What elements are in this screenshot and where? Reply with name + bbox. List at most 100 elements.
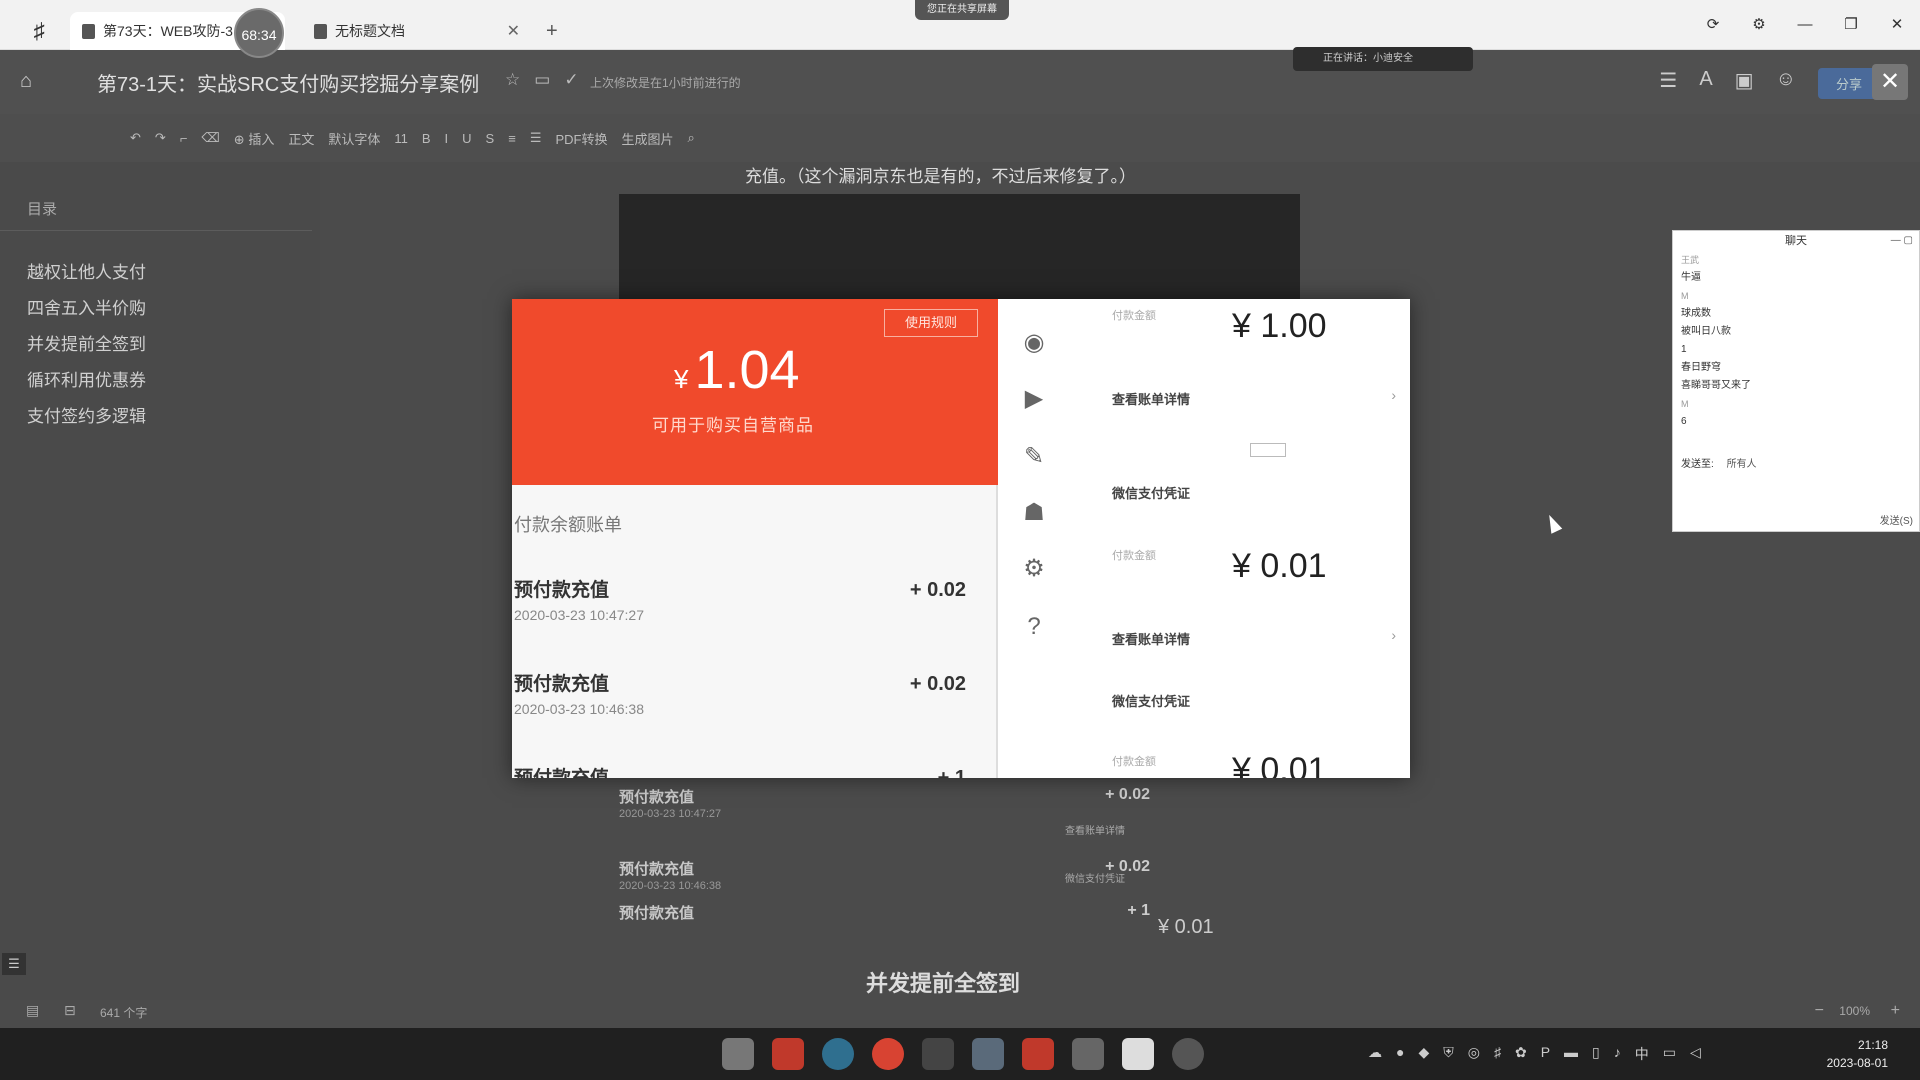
bill-amount: + 0.02 — [909, 579, 966, 601]
present-icon[interactable]: ▣ — [1735, 68, 1754, 99]
status-bar: ▤ ⊟ 641 个字 − 100% + — [0, 1000, 1920, 1026]
close-tab-icon[interactable]: ✕ — [507, 21, 520, 41]
network-icon[interactable]: ▭ — [1663, 1044, 1676, 1064]
folder-icon[interactable]: ▭ — [534, 70, 550, 90]
toc-item[interactable]: 越权让他人支付 — [27, 258, 146, 283]
collaborator-icon[interactable]: ☺ — [1776, 68, 1796, 99]
usage-rules-button[interactable]: 使用规则 — [884, 309, 978, 337]
camera-icon[interactable]: ◉ — [1020, 329, 1048, 357]
java-icon[interactable] — [1122, 1038, 1154, 1070]
shield-icon[interactable]: ⛨ — [1443, 1044, 1454, 1064]
balance-card: 使用规则 ¥1.04 可用于购买自营商品 — [512, 299, 998, 485]
home-icon[interactable]: ⌂ — [20, 70, 40, 92]
close-window-button[interactable]: ✕ — [1874, 0, 1920, 50]
insert-button[interactable]: ⊕ 插入 — [234, 129, 275, 148]
photos-icon[interactable] — [972, 1038, 1004, 1070]
tool-icon[interactable] — [1072, 1038, 1104, 1070]
settings-icon[interactable]: ⚙ — [1736, 0, 1782, 50]
pen-icon[interactable]: ✎ — [1020, 443, 1048, 471]
layout-icon[interactable]: ⊟ — [64, 1002, 76, 1019]
align-icon[interactable]: ☰ — [530, 130, 542, 146]
clock[interactable]: 21:18 2023-08-01 — [1827, 1036, 1888, 1072]
tray-icon[interactable]: ◆ — [1418, 1044, 1429, 1064]
redo-icon[interactable]: ↷ — [155, 130, 166, 146]
font-select[interactable]: 默认字体 — [328, 129, 380, 148]
battery-icon[interactable]: ▯ — [1592, 1044, 1600, 1064]
sync-icon[interactable]: ⟳ — [1690, 0, 1736, 50]
zoom-in-button[interactable]: + — [1891, 1002, 1900, 1020]
bold-icon[interactable]: B — [422, 131, 431, 146]
tray-icon[interactable]: ● — [1396, 1044, 1404, 1064]
pdf-convert-button[interactable]: PDF转换 — [555, 129, 607, 148]
chat-message: 被叫日八款 — [1681, 326, 1731, 337]
tab-untitled[interactable]: 无标题文档 ✕ — [302, 12, 532, 50]
bill-row[interactable]: 预付款充值 2020-03-23 10:47:27 + 0.02 — [514, 575, 996, 635]
tray-icon[interactable]: ♯ — [1494, 1044, 1501, 1064]
maximize-button[interactable]: ❐ — [1828, 0, 1874, 50]
menu-icon[interactable]: ☰ — [1659, 68, 1677, 99]
zoom-out-button[interactable]: − — [1815, 1002, 1824, 1020]
image-preview[interactable]: 使用规则 ¥1.04 可用于购买自营商品 付款余额账单 预付款充值 2020-0… — [512, 299, 1410, 778]
bill-row[interactable]: 预付款充值 + 1 — [514, 763, 996, 778]
tray-icon[interactable]: ☁ — [1368, 1044, 1382, 1064]
zoom-level[interactable]: 100% — [1839, 1004, 1870, 1018]
help-icon[interactable]: ? — [1020, 613, 1048, 641]
font-style-icon[interactable]: A — [1699, 68, 1712, 99]
bill-detail-link[interactable]: 查看账单详情 — [1112, 389, 1190, 408]
folder-icon[interactable] — [772, 1038, 804, 1070]
style-select[interactable]: 正文 — [288, 129, 314, 148]
bill-amount: + 1 — [1127, 902, 1150, 919]
undo-icon[interactable]: ↶ — [130, 130, 141, 146]
mic-icon[interactable]: ♪ — [1614, 1044, 1621, 1064]
strikethrough-icon[interactable]: S — [486, 131, 495, 146]
star-icon[interactable]: ☆ — [505, 70, 520, 90]
chrome-icon[interactable] — [872, 1038, 904, 1070]
edge-icon[interactable] — [822, 1038, 854, 1070]
word-count[interactable]: 641 个字 — [100, 1004, 147, 1021]
toc-item[interactable]: 并发提前全签到 — [27, 330, 146, 355]
toc-item[interactable]: 支付签约多逻辑 — [27, 402, 146, 427]
close-icon[interactable]: ✕ — [1872, 64, 1908, 100]
outline-toggle-icon[interactable]: ☰ — [2, 953, 26, 975]
app-logo-icon[interactable]: ♯ — [26, 18, 52, 44]
docs-app-icon[interactable] — [922, 1038, 954, 1070]
chat-panel: 聊天 — ▢ 王武 牛逼 M 球成数 被叫日八款 1 春日野穹 喜睇哥哥又来了 … — [1672, 230, 1920, 532]
screen-share-status[interactable]: 您正在共享屏幕 — [915, 0, 1009, 20]
underline-icon[interactable]: U — [462, 131, 471, 146]
side-icon-column: ◉ ▶ ✎ ☗ ⚙ ? — [1000, 299, 1072, 778]
toc-item[interactable]: 循环利用优惠券 — [27, 366, 146, 391]
list-icon[interactable]: ≡ — [508, 131, 516, 146]
video-icon[interactable]: ▶ — [1020, 385, 1048, 413]
taskbar-apps — [722, 1038, 1204, 1070]
document-title[interactable]: 第73-1天：实战SRC支付购买挖掘分享案例 — [97, 68, 479, 97]
file-explorer-icon[interactable] — [722, 1038, 754, 1070]
ime-indicator[interactable]: 中 — [1635, 1044, 1649, 1064]
italic-icon[interactable]: I — [445, 131, 449, 146]
bill-detail-link[interactable]: 查看账单详情 — [1112, 629, 1190, 648]
tray-icon[interactable]: ✿ — [1515, 1044, 1527, 1064]
share-button[interactable]: 分享 — [1817, 68, 1880, 99]
minimize-button[interactable]: — — [1782, 0, 1828, 50]
chat-send-button[interactable]: 发送(S) — [1880, 512, 1913, 527]
volume-icon[interactable]: ◁ — [1690, 1044, 1701, 1064]
tray-icon[interactable]: ◎ — [1468, 1044, 1480, 1064]
generate-image-button[interactable]: 生成图片 — [621, 129, 673, 148]
eraser-icon[interactable]: ⌫ — [201, 130, 219, 146]
size-select[interactable]: 11 — [394, 131, 408, 146]
format-painter-icon[interactable]: ⌐ — [180, 131, 188, 146]
chat-window-controls[interactable]: — ▢ — [1891, 231, 1913, 251]
robot-icon[interactable]: ☗ — [1020, 499, 1048, 527]
toc-item[interactable]: 四舍五入半价购 — [27, 294, 146, 319]
bill-amount: + 1 — [937, 767, 966, 778]
tray-icon[interactable]: P — [1541, 1044, 1550, 1064]
recipient-select[interactable]: 所有人 — [1727, 459, 1757, 470]
chat-icon[interactable]: ▬ — [1564, 1044, 1578, 1064]
bill-row[interactable]: 预付款充值 2020-03-23 10:46:38 + 0.02 — [514, 669, 996, 729]
search-icon[interactable]: ⌕ — [688, 130, 695, 146]
new-tab-button[interactable]: + — [546, 20, 558, 43]
presenter-icon[interactable] — [1022, 1038, 1054, 1070]
gear-icon[interactable]: ⚙ — [1020, 555, 1048, 583]
page-view-icon[interactable]: ▤ — [26, 1002, 39, 1019]
app-icon[interactable] — [1172, 1038, 1204, 1070]
payment-amount: ¥ 1.00 — [1232, 307, 1327, 345]
